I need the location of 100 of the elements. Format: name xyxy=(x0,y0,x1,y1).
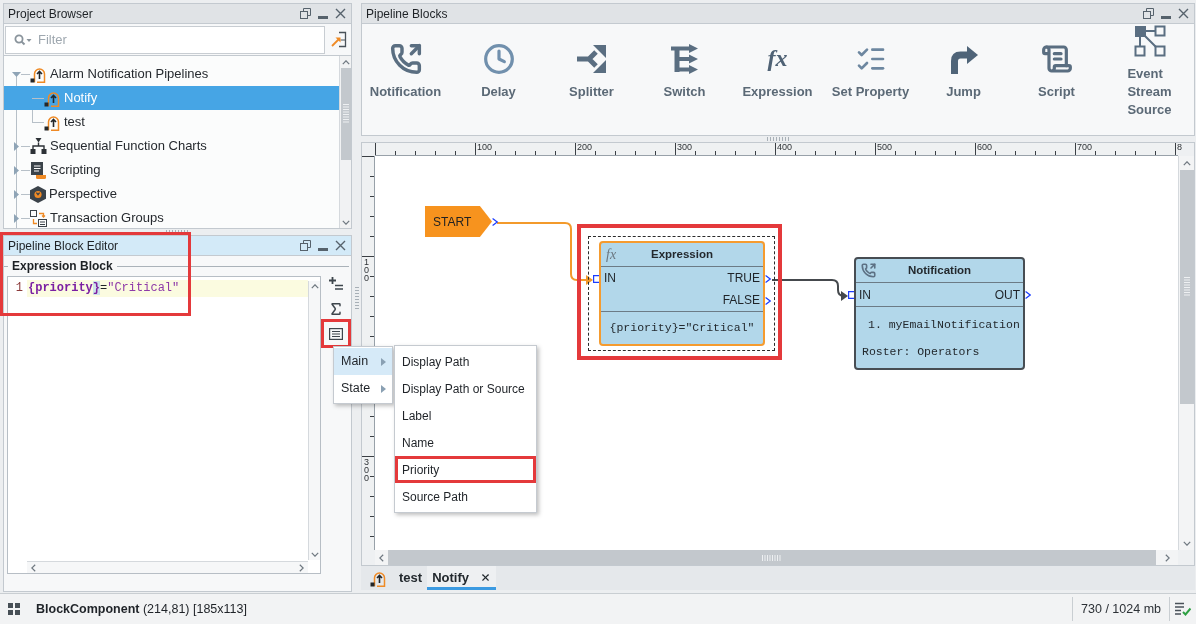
menu-item[interactable]: Label xyxy=(395,402,536,429)
caret-right-icon[interactable] xyxy=(14,165,19,175)
tree-item[interactable]: Transaction Groups xyxy=(4,206,339,228)
vertical-scrollbar[interactable] xyxy=(339,56,351,228)
caret-right-icon xyxy=(381,384,386,393)
port-chevron-icon[interactable] xyxy=(765,275,771,283)
list-box-icon xyxy=(329,327,343,340)
restore-icon[interactable] xyxy=(300,8,311,19)
chevron-down-icon[interactable] xyxy=(341,219,350,225)
port-bracket-icon[interactable] xyxy=(848,291,854,299)
port-chevron-icon[interactable] xyxy=(765,297,771,305)
chevron-up-icon[interactable] xyxy=(1182,160,1191,166)
caret-right-icon[interactable] xyxy=(14,189,19,199)
arrow-into-box-icon[interactable] xyxy=(331,31,347,48)
curved-arrow-icon xyxy=(948,43,979,74)
menu-item[interactable]: Main xyxy=(334,348,392,375)
port-label: FALSE xyxy=(722,292,760,309)
palette-item[interactable]: Splitter xyxy=(545,42,638,101)
chevron-up-icon[interactable] xyxy=(310,284,319,289)
chevron-down-icon[interactable] xyxy=(310,552,319,557)
ruler-label: 600 xyxy=(977,143,993,152)
port-label: IN xyxy=(859,286,871,304)
grip-icon[interactable] xyxy=(766,137,790,141)
scrollbar-thumb[interactable] xyxy=(1179,170,1194,404)
tree-item[interactable]: Alarm Notification Pipelines xyxy=(4,62,339,86)
start-node[interactable]: START xyxy=(425,206,492,237)
restore-icon[interactable] xyxy=(300,240,311,251)
chevron-left-icon[interactable] xyxy=(379,553,384,562)
vertical-scrollbar[interactable] xyxy=(1178,156,1194,550)
port-chevron-icon[interactable] xyxy=(492,218,498,226)
palette-item[interactable]: Event Stream Source xyxy=(1103,24,1196,119)
palette-item[interactable]: Script xyxy=(1010,42,1103,101)
ruler-label: 400 xyxy=(777,143,793,152)
ruler-label: 8 xyxy=(1177,143,1182,152)
scrollbar-thumb[interactable] xyxy=(340,68,351,160)
block-text: Roster: Operators xyxy=(861,343,981,360)
memory-usage: 730 / 1024 mb xyxy=(1080,600,1162,618)
chevron-right-icon[interactable] xyxy=(299,563,304,572)
menu-item[interactable]: State xyxy=(334,375,392,402)
ruler-label: 100 xyxy=(364,258,370,282)
pipeline-block[interactable]: Notification IN OUT 1. myEmailNotification Roster: Operators xyxy=(854,257,1025,370)
status-text: BlockComponent (214,81) [185x113] xyxy=(36,600,247,618)
grip-icon[interactable] xyxy=(354,286,359,310)
tree-item[interactable]: test xyxy=(4,110,339,134)
chevron-down-icon[interactable] xyxy=(1182,540,1191,546)
vertical-scrollbar[interactable] xyxy=(308,281,320,560)
menu-item[interactable]: Priority xyxy=(395,456,536,483)
block-text: {priority}="Critical" xyxy=(608,320,756,337)
block-text: 1. myEmailNotification xyxy=(867,316,1021,333)
list-check-icon[interactable] xyxy=(1175,602,1191,616)
fx-symbol: fx xyxy=(606,246,618,263)
grip-icon[interactable] xyxy=(166,230,189,234)
code-editor[interactable]: 1 {priority}="Critical" xyxy=(7,276,321,574)
palette-item[interactable]: Set Property xyxy=(824,42,917,101)
port-label: OUT xyxy=(994,286,1020,304)
clock-icon xyxy=(482,42,515,75)
section-title: Expression Block xyxy=(11,258,114,275)
menu-item[interactable]: Source Path xyxy=(395,483,536,510)
menu-item[interactable]: Display Path xyxy=(395,348,536,375)
horizontal-scrollbar[interactable] xyxy=(27,561,308,573)
port-chevron-icon[interactable] xyxy=(1025,291,1031,299)
tree-item[interactable]: Perspective xyxy=(4,182,339,206)
palette-item[interactable]: Switch xyxy=(638,42,731,101)
search-field[interactable]: Filter xyxy=(5,25,325,54)
caret-right-icon xyxy=(381,357,386,366)
palette-item[interactable]: fx Expression xyxy=(731,42,824,101)
pipeline-block[interactable]: fx Expression IN TRUE FALSE {priority}="Critical" xyxy=(599,241,765,346)
search-icon xyxy=(14,33,32,46)
arch-arrow-icon xyxy=(30,65,47,83)
port-bracket-icon[interactable] xyxy=(593,275,599,283)
palette-item[interactable]: Jump xyxy=(917,42,1010,101)
caret-right-icon[interactable] xyxy=(14,141,19,151)
document-tab[interactable]: Notify xyxy=(427,566,496,590)
chevron-up-icon[interactable] xyxy=(341,59,350,65)
grid-icon[interactable] xyxy=(8,603,20,615)
linked-squares-icon xyxy=(30,209,47,227)
restore-icon[interactable] xyxy=(1143,8,1154,19)
caret-right-icon[interactable] xyxy=(14,213,19,223)
menu-item[interactable]: Name xyxy=(395,429,536,456)
hierarchy-icon xyxy=(30,138,47,154)
panel-title: Pipeline Blocks xyxy=(366,6,449,21)
document-icon xyxy=(31,161,46,179)
tree-item[interactable]: Scripting xyxy=(4,158,339,182)
ruler-label: 300 xyxy=(364,458,370,482)
palette-item[interactable]: Notification xyxy=(359,42,452,101)
chevron-left-icon[interactable] xyxy=(31,563,36,572)
ruler-label: 700 xyxy=(1077,143,1093,152)
chevron-right-icon[interactable] xyxy=(1164,553,1170,562)
close-icon[interactable] xyxy=(479,572,491,583)
caret-down-icon[interactable] xyxy=(12,71,21,77)
block-title: Notification xyxy=(906,262,973,278)
tree-item[interactable]: Sequential Function Charts xyxy=(4,134,339,158)
branch-arrows-icon xyxy=(670,43,699,74)
ruler-label: 500 xyxy=(877,143,893,152)
split-arrows-icon xyxy=(576,43,607,74)
menu-item[interactable]: Display Path or Source xyxy=(395,375,536,402)
document-tab[interactable]: test xyxy=(394,566,428,590)
palette-item[interactable]: Delay xyxy=(452,42,545,101)
arch-arrow-icon xyxy=(370,569,387,587)
ruler-label: 100 xyxy=(477,143,493,152)
